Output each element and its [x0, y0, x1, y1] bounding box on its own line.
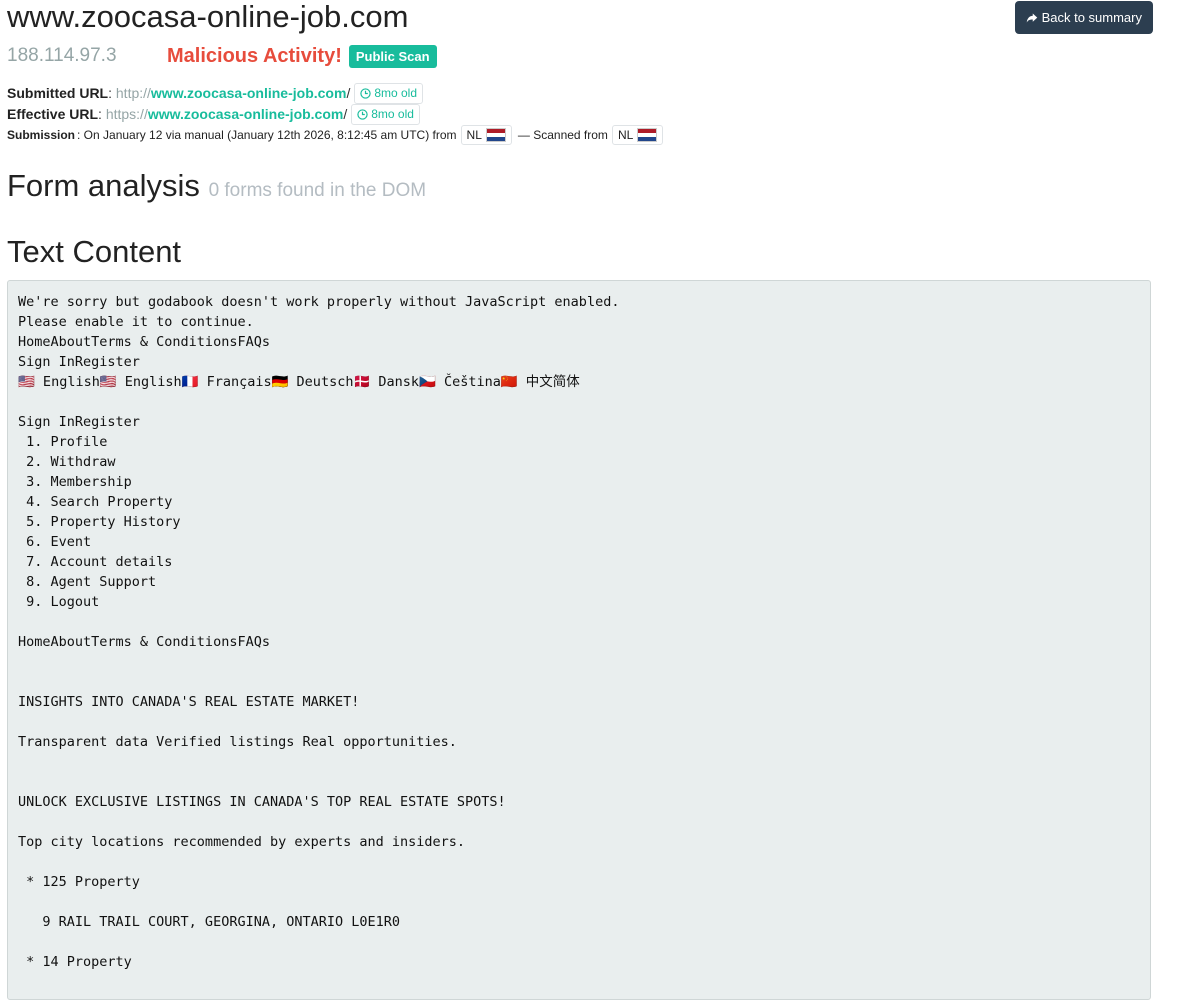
netherlands-flag-icon — [637, 128, 658, 142]
submission-label: Submission — [7, 128, 76, 142]
form-analysis-title: Form analysis — [7, 168, 200, 203]
back-to-summary-button[interactable]: Back to summary — [1014, 1, 1153, 34]
effective-url-age: 8mo old — [371, 107, 414, 121]
submitted-url-path: / — [346, 85, 351, 101]
form-analysis-subtitle: 0 forms found in the DOM — [208, 180, 427, 201]
scanned-country: NL — [617, 128, 634, 142]
text-content-box[interactable]: We're sorry but godabook doesn't work pr… — [7, 280, 1151, 1000]
scanned-from-text: — Scanned from — [517, 128, 608, 142]
submitted-url-row: Submitted URL: http:// www.zoocasa-onlin… — [7, 83, 1153, 104]
verdict-label: Malicious Activity! — [167, 44, 342, 67]
effective-url-host[interactable]: www.zoocasa-online-job.com — [148, 104, 344, 125]
effective-url-age-badge: 8mo old — [351, 104, 420, 125]
page-title: www.zoocasa-online-job.com — [7, 0, 409, 34]
form-analysis-heading: Form analysis 0 forms found in the DOM — [7, 168, 426, 204]
scanned-country-badge: NL — [611, 125, 664, 145]
submitted-url-label: Submitted URL — [7, 85, 109, 101]
submission-text: : On January 12 via manual (January 12th… — [77, 128, 457, 142]
effective-url-protocol: https:// — [105, 106, 148, 122]
netherlands-flag-icon — [485, 128, 506, 142]
effective-url-label: Effective URL — [7, 106, 99, 122]
submission-row: Submission : On January 12 via manual (J… — [7, 125, 1153, 145]
public-scan-badge: Public Scan — [348, 44, 437, 68]
url-details: Submitted URL: http:// www.zoocasa-onlin… — [7, 83, 1153, 145]
effective-url-row: Effective URL: https:// www.zoocasa-onli… — [7, 104, 1153, 125]
submitted-url-protocol: http:// — [115, 85, 151, 101]
back-to-summary-label: Back to summary — [1041, 10, 1142, 25]
verdict-row: 188.114.97.3 Malicious Activity! Public … — [7, 43, 1153, 69]
share-arrow-icon — [1026, 13, 1037, 22]
ip-address[interactable]: 188.114.97.3 — [7, 45, 167, 67]
submitted-url-age-badge: 8mo old — [354, 83, 424, 104]
clock-icon — [360, 88, 372, 99]
text-content-body: We're sorry but godabook doesn't work pr… — [18, 294, 620, 970]
scan-header: www.zoocasa-online-job.com Back to summa… — [7, 0, 1153, 145]
submitted-url-age: 8mo old — [374, 86, 418, 100]
submission-country: NL — [466, 128, 482, 142]
submission-country-badge: NL — [460, 125, 512, 145]
effective-url-path: / — [343, 106, 348, 122]
clock-icon — [357, 109, 368, 120]
submitted-url-host[interactable]: www.zoocasa-online-job.com — [151, 83, 347, 104]
text-content-heading: Text Content — [7, 234, 182, 269]
